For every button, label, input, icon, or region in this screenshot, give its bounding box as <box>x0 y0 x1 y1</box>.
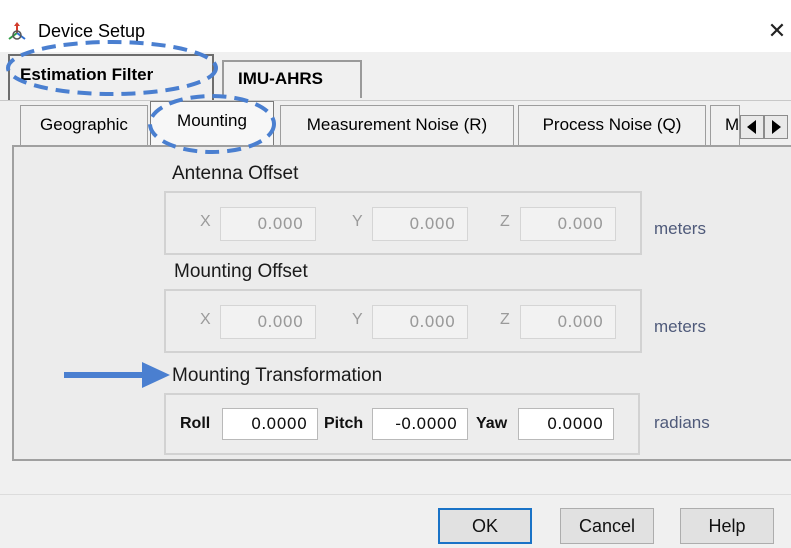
mounting-panel: Antenna Offset X 0.000 Y 0.000 Z 0.000 m… <box>12 145 791 461</box>
antenna-y-label: Y <box>352 213 363 230</box>
arrow-left-icon <box>747 120 756 134</box>
tab-geographic-label: Geographic <box>40 115 128 134</box>
dialog-footer: OK Cancel Help <box>0 494 791 548</box>
mounting-offset-title: Mounting Offset <box>174 261 308 282</box>
tab-geographic[interactable]: Geographic <box>20 105 148 145</box>
mounting-z-field[interactable]: 0.000 <box>520 305 616 339</box>
help-button[interactable]: Help <box>680 508 774 544</box>
antenna-offset-title: Antenna Offset <box>172 163 299 184</box>
tab-scroll-right-button[interactable] <box>764 115 788 139</box>
antenna-y-field[interactable]: 0.000 <box>372 207 468 241</box>
mounting-transformation-group: Roll 0.0000 Pitch -0.0000 Yaw 0.0000 <box>164 393 640 455</box>
arrow-right-icon <box>772 120 781 134</box>
ok-button[interactable]: OK <box>438 508 532 544</box>
antenna-x-field[interactable]: 0.000 <box>220 207 316 241</box>
pitch-field[interactable]: -0.0000 <box>372 408 468 440</box>
tab-imu-ahrs[interactable]: IMU-AHRS <box>222 60 362 98</box>
tab-estimation-filter[interactable]: Estimation Filter <box>8 54 214 100</box>
mounting-transformation-title: Mounting Transformation <box>172 365 383 386</box>
yaw-label: Yaw <box>476 415 508 432</box>
antenna-x-label: X <box>200 213 211 230</box>
pitch-label: Pitch <box>324 415 364 432</box>
antenna-z-field[interactable]: 0.000 <box>520 207 616 241</box>
tab-content-area: Geographic Mounting Measurement Noise (R… <box>0 100 791 495</box>
tab-process-noise[interactable]: Process Noise (Q) <box>518 105 706 145</box>
cancel-button[interactable]: Cancel <box>560 508 654 544</box>
tab-measurement-noise-label: Measurement Noise (R) <box>306 115 488 134</box>
mounting-x-label: X <box>200 311 211 328</box>
close-button[interactable]: ✕ <box>763 16 791 46</box>
mounting-transformation-unit-label: radians <box>654 413 710 432</box>
tab-mounting-label: Mounting <box>177 111 247 130</box>
tab-measurement-noise[interactable]: Measurement Noise (R) <box>280 105 514 145</box>
mounting-x-field[interactable]: 0.000 <box>220 305 316 339</box>
tab-estimation-filter-label: Estimation Filter <box>20 65 154 84</box>
tab-scroll-left-button[interactable] <box>740 115 764 139</box>
yaw-field[interactable]: 0.0000 <box>518 408 614 440</box>
tab-mounting[interactable]: Mounting <box>150 101 274 147</box>
antenna-z-label: Z <box>500 213 510 230</box>
roll-label: Roll <box>180 415 211 432</box>
mounting-y-label: Y <box>352 311 363 328</box>
tab-more[interactable]: M <box>710 105 740 145</box>
roll-field[interactable]: 0.0000 <box>222 408 318 440</box>
tab-more-label: M <box>725 115 740 134</box>
device-setup-dialog: Device Setup ✕ Estimation Filter IMU-AHR… <box>0 0 791 548</box>
mounting-y-field[interactable]: 0.000 <box>372 305 468 339</box>
title-bar[interactable]: Device Setup ✕ <box>0 12 791 52</box>
tab-process-noise-label: Process Noise (Q) <box>542 115 682 134</box>
window-title: Device Setup <box>38 21 146 41</box>
mounting-offset-group: X 0.000 Y 0.000 Z 0.000 <box>164 289 642 353</box>
mounting-offset-unit-label: meters <box>654 317 706 336</box>
app-icon <box>8 22 26 40</box>
top-tab-strip: Estimation Filter IMU-AHRS <box>0 52 791 100</box>
mounting-z-label: Z <box>500 311 510 328</box>
tab-imu-ahrs-label: IMU-AHRS <box>238 69 323 88</box>
antenna-unit-label: meters <box>654 219 706 238</box>
antenna-offset-group: X 0.000 Y 0.000 Z 0.000 <box>164 191 642 255</box>
